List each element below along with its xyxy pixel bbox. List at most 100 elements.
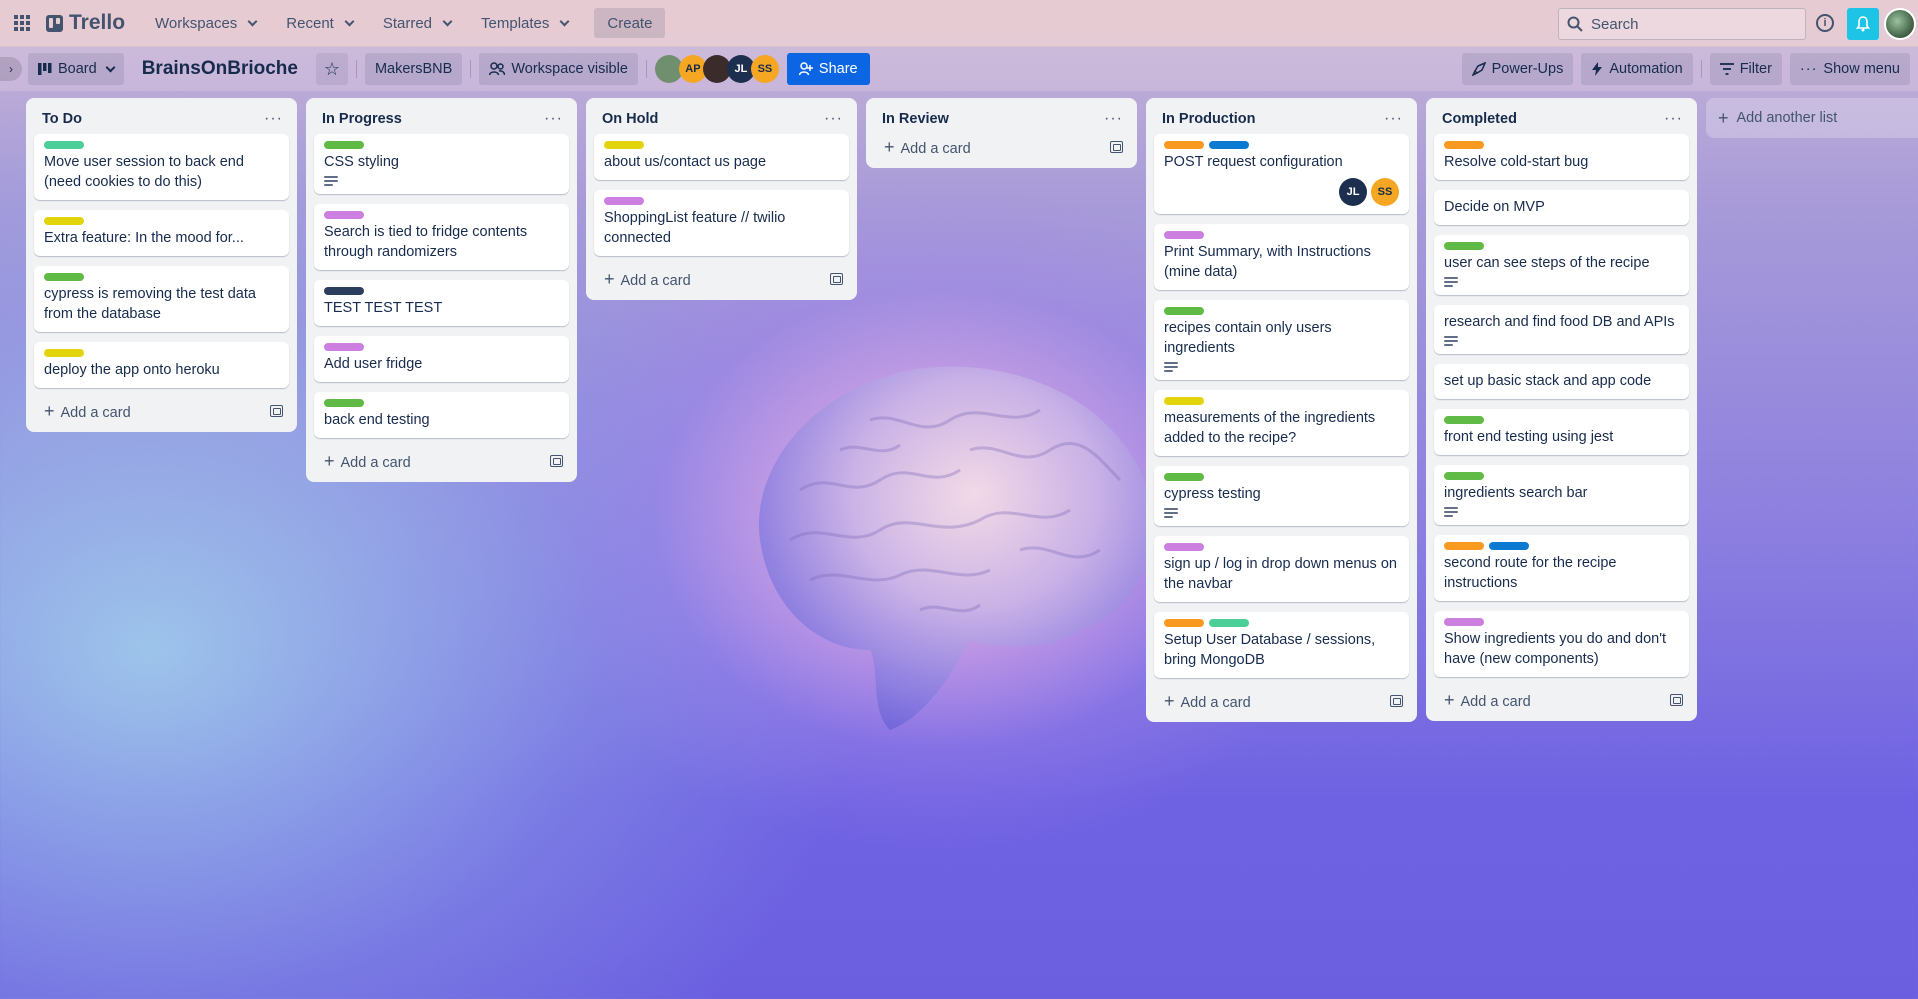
star-board-icon[interactable]: ☆ <box>315 53 348 85</box>
card[interactable]: Search is tied to fridge contents throug… <box>314 204 569 270</box>
apps-grid-icon[interactable] <box>8 9 36 37</box>
create-from-template-icon[interactable] <box>270 405 283 417</box>
card[interactable]: Move user session to back end (need cook… <box>34 134 289 200</box>
card[interactable]: recipes contain only users ingredients <box>1154 300 1409 380</box>
card-label[interactable] <box>1164 619 1204 627</box>
add-card-button[interactable]: + Add a card <box>32 396 291 426</box>
card-label[interactable] <box>1444 416 1484 424</box>
visibility-button[interactable]: Workspace visible <box>479 53 638 85</box>
card-label[interactable] <box>1444 141 1484 149</box>
show-menu-button[interactable]: ··· Show menu <box>1789 53 1910 85</box>
list-actions-more-icon[interactable]: ··· <box>544 110 563 128</box>
card[interactable]: CSS styling <box>314 134 569 194</box>
card-label[interactable] <box>324 287 364 295</box>
card-label[interactable] <box>1444 472 1484 480</box>
list-actions-more-icon[interactable]: ··· <box>264 110 283 128</box>
filter-button[interactable]: Filter <box>1709 53 1782 85</box>
card-label[interactable] <box>1444 542 1484 550</box>
power-ups-button[interactable]: Power-Ups <box>1461 53 1574 85</box>
card-label[interactable] <box>44 349 84 357</box>
board-title[interactable]: BrainsOnBrioche <box>132 58 308 80</box>
card[interactable]: back end testing <box>314 392 569 438</box>
account-avatar[interactable] <box>1884 8 1916 40</box>
card-label[interactable] <box>1164 307 1204 315</box>
member-avatar[interactable]: SS <box>750 55 779 83</box>
card-label[interactable] <box>44 273 84 281</box>
starred-menu[interactable]: Starred <box>371 7 463 39</box>
create-from-template-icon[interactable] <box>1390 695 1403 707</box>
workspace-button[interactable]: MakersBNB <box>364 53 463 85</box>
card[interactable]: Show ingredients you do and don't have (… <box>1434 611 1689 677</box>
card[interactable]: ShoppingList feature // twilio connected <box>594 190 849 256</box>
card-label[interactable] <box>604 197 644 205</box>
card-label[interactable] <box>44 217 84 225</box>
recent-menu[interactable]: Recent <box>274 7 365 39</box>
add-another-list-button[interactable]: + Add another list <box>1706 98 1918 138</box>
card[interactable]: POST request configuration JL SS <box>1154 134 1409 214</box>
card[interactable]: sign up / log in drop down menus on the … <box>1154 536 1409 602</box>
workspaces-menu[interactable]: Workspaces <box>143 7 268 39</box>
card-label[interactable] <box>1164 543 1204 551</box>
card[interactable]: Add user fridge <box>314 336 569 382</box>
card-label[interactable] <box>1164 473 1204 481</box>
add-card-button[interactable]: + Add a card <box>1432 685 1691 715</box>
card[interactable]: cypress testing <box>1154 466 1409 526</box>
card-label[interactable] <box>1209 141 1249 149</box>
list-title[interactable]: On Hold <box>602 111 658 127</box>
card-member-avatar[interactable]: SS <box>1371 178 1399 206</box>
card[interactable]: Resolve cold-start bug <box>1434 134 1689 180</box>
create-button[interactable]: Create <box>594 8 666 38</box>
card-label[interactable] <box>1489 542 1529 550</box>
card-label[interactable] <box>1209 619 1249 627</box>
list-title[interactable]: Completed <box>1442 111 1517 127</box>
card-label[interactable] <box>324 141 364 149</box>
add-card-button[interactable]: + Add a card <box>592 264 851 294</box>
card[interactable]: set up basic stack and app code <box>1434 364 1689 399</box>
card-member-avatar[interactable]: JL <box>1339 178 1367 206</box>
card[interactable]: research and find food DB and APIs <box>1434 305 1689 354</box>
create-from-template-icon[interactable] <box>1110 141 1123 153</box>
create-from-template-icon[interactable] <box>550 455 563 467</box>
list-actions-more-icon[interactable]: ··· <box>1664 110 1683 128</box>
card[interactable]: front end testing using jest <box>1434 409 1689 455</box>
card[interactable]: Extra feature: In the mood for... <box>34 210 289 256</box>
list-title[interactable]: In Progress <box>322 111 402 127</box>
notifications-bell-icon[interactable] <box>1847 8 1879 40</box>
card[interactable]: Print Summary, with Instructions (mine d… <box>1154 224 1409 290</box>
card-label[interactable] <box>1444 242 1484 250</box>
card-label[interactable] <box>324 343 364 351</box>
templates-menu[interactable]: Templates <box>469 7 580 39</box>
board-view-switcher[interactable]: Board <box>28 53 124 85</box>
card-label[interactable] <box>44 141 84 149</box>
card-label[interactable] <box>324 399 364 407</box>
card-label[interactable] <box>1164 141 1204 149</box>
info-icon[interactable]: i <box>1816 14 1834 32</box>
add-card-button[interactable]: + Add a card <box>872 132 1131 162</box>
add-card-button[interactable]: + Add a card <box>312 446 571 476</box>
search-input[interactable]: Search <box>1558 8 1806 40</box>
card[interactable]: measurements of the ingredients added to… <box>1154 390 1409 456</box>
list-actions-more-icon[interactable]: ··· <box>1104 110 1123 128</box>
card[interactable]: ingredients search bar <box>1434 465 1689 525</box>
create-from-template-icon[interactable] <box>830 273 843 285</box>
card[interactable]: cypress is removing the test data from t… <box>34 266 289 332</box>
card-label[interactable] <box>1444 618 1484 626</box>
create-from-template-icon[interactable] <box>1670 694 1683 706</box>
card[interactable]: TEST TEST TEST <box>314 280 569 326</box>
list-title[interactable]: To Do <box>42 111 82 127</box>
card-label[interactable] <box>1164 397 1204 405</box>
share-button[interactable]: Share <box>786 53 870 85</box>
list-actions-more-icon[interactable]: ··· <box>824 110 843 128</box>
card[interactable]: deploy the app onto heroku <box>34 342 289 388</box>
list-title[interactable]: In Review <box>882 111 949 127</box>
card[interactable]: about us/contact us page <box>594 134 849 180</box>
card[interactable]: Setup User Database / sessions, bring Mo… <box>1154 612 1409 678</box>
automation-button[interactable]: Automation <box>1581 53 1693 85</box>
add-card-button[interactable]: + Add a card <box>1152 686 1411 716</box>
list-title[interactable]: In Production <box>1162 111 1255 127</box>
card-label[interactable] <box>324 211 364 219</box>
card[interactable]: second route for the recipe instructions <box>1434 535 1689 601</box>
card-label[interactable] <box>1164 231 1204 239</box>
card-label[interactable] <box>604 141 644 149</box>
card[interactable]: user can see steps of the recipe <box>1434 235 1689 295</box>
